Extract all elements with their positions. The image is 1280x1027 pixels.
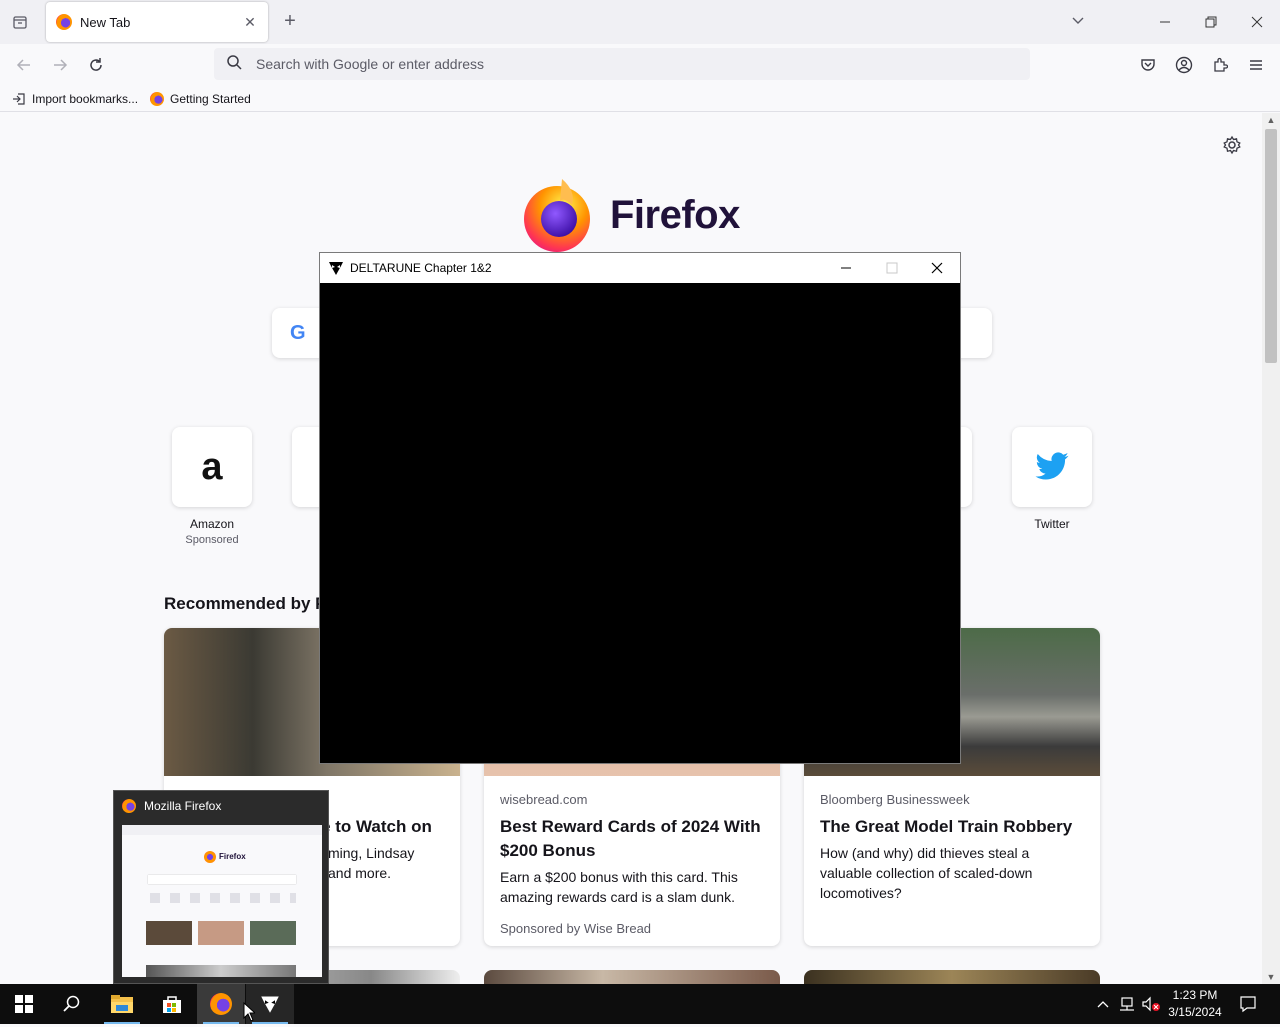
bookmark-label: Getting Started: [170, 91, 251, 106]
firefox-taskbar-icon[interactable]: [197, 984, 245, 1024]
network-icon[interactable]: [1116, 984, 1138, 1024]
bookmark-getting-started[interactable]: Getting Started: [150, 91, 251, 106]
preview-thumbnail: Firefox: [122, 825, 322, 977]
clock-date: 3/15/2024: [1168, 1005, 1222, 1019]
start-windows-icon[interactable]: [0, 984, 48, 1024]
deltarune-titlebar[interactable]: DELTARUNE Chapter 1&2: [320, 253, 960, 283]
firefox-wordmark: Firefox: [610, 193, 740, 237]
deltarune-window[interactable]: DELTARUNE Chapter 1&2: [319, 252, 961, 764]
firefox-favicon-icon: [122, 799, 136, 813]
tab-title: New Tab: [80, 14, 131, 30]
minimize-button[interactable]: [1142, 0, 1188, 44]
twitter-icon: [1012, 427, 1092, 507]
scroll-up-icon[interactable]: ▲: [1266, 115, 1276, 125]
firefox-favicon-icon: [56, 14, 72, 30]
tab-bar: New Tab ✕ +: [0, 0, 1280, 44]
firefox-logo-icon: [516, 175, 596, 255]
story-card-partial[interactable]: [484, 970, 780, 984]
reload-button[interactable]: [83, 53, 109, 77]
firefox-favicon-icon: [150, 91, 165, 106]
search-icon: [226, 54, 242, 75]
file-explorer-icon[interactable]: [98, 984, 146, 1024]
close-tab-icon[interactable]: ✕: [242, 14, 258, 31]
preview-brand: Firefox: [219, 852, 246, 861]
tab-new-tab[interactable]: New Tab ✕: [46, 2, 268, 42]
volume-muted-icon[interactable]: [1140, 984, 1162, 1024]
scrollbar-thumb[interactable]: [1265, 129, 1277, 363]
navigation-toolbar: Search with Google or enter address: [0, 44, 1280, 86]
minimize-button[interactable]: [823, 253, 869, 283]
import-icon: [12, 92, 26, 106]
address-placeholder: Search with Google or enter address: [256, 56, 485, 72]
shortcut-amazon[interactable]: a Amazon Sponsored: [172, 427, 252, 546]
shortcut-name: Twitter: [1034, 517, 1070, 531]
story-description: How (and why) did thieves steal a valuab…: [820, 845, 1033, 901]
extensions-icon[interactable]: [1207, 53, 1233, 77]
address-bar[interactable]: Search with Google or enter address: [214, 48, 1030, 80]
action-center-icon[interactable]: [1234, 984, 1262, 1024]
story-headline: Best Reward Cards of 2024 With $200 Bonu…: [500, 817, 761, 860]
pocket-icon[interactable]: [1135, 53, 1161, 77]
show-hidden-icons-chevron-icon[interactable]: [1094, 984, 1112, 1024]
story-card-partial[interactable]: [804, 970, 1100, 984]
store-icon[interactable]: [148, 984, 196, 1024]
story-headline: The Great Model Train Robbery: [820, 817, 1073, 836]
account-icon[interactable]: [1171, 53, 1197, 77]
menu-hamburger-icon[interactable]: [1243, 53, 1269, 77]
deltarune-app-icon: [328, 260, 344, 276]
bookmark-import[interactable]: Import bookmarks...: [12, 92, 138, 106]
close-window-button[interactable]: [914, 253, 960, 283]
google-icon: G: [290, 322, 306, 344]
sponsored-label: Sponsored by Wise Bread: [500, 921, 652, 936]
bookmark-label: Import bookmarks...: [32, 91, 139, 106]
shortcut-twitter[interactable]: Twitter: [1012, 427, 1092, 531]
story-source: Bloomberg Businessweek: [820, 792, 970, 807]
recommended-heading: Recommended by Po: [164, 594, 337, 613]
windows-taskbar: 1:23 PM 3/15/2024: [0, 984, 1280, 1024]
sponsored-label: Sponsored: [185, 534, 239, 546]
bookmarks-toolbar: Import bookmarks... Getting Started: [0, 86, 1280, 112]
preview-title: Mozilla Firefox: [122, 799, 221, 813]
clock-time: 1:23 PM: [1172, 988, 1218, 1002]
system-clock[interactable]: 1:23 PM 3/15/2024: [1160, 987, 1230, 1021]
firefox-icon: [210, 993, 232, 1015]
gear-icon[interactable]: [1222, 135, 1242, 155]
new-tab-button[interactable]: +: [278, 10, 302, 34]
list-all-tabs-button[interactable]: [1070, 12, 1092, 32]
amazon-icon: a: [172, 427, 252, 507]
forward-button[interactable]: [47, 53, 73, 77]
maximize-button: [869, 253, 915, 283]
back-button[interactable]: [11, 53, 37, 77]
scroll-down-icon[interactable]: ▼: [1266, 972, 1276, 982]
preview-title-text: Mozilla Firefox: [144, 799, 222, 813]
firefox-view-icon[interactable]: [8, 11, 32, 33]
story-description: Earn a $200 bonus with this card. This a…: [500, 869, 738, 905]
deltarune-window-title: DELTARUNE Chapter 1&2: [350, 261, 492, 275]
close-window-button[interactable]: [1234, 0, 1280, 44]
page-scrollbar[interactable]: ▲ ▼: [1262, 113, 1280, 984]
taskbar-thumbnail-preview[interactable]: Mozilla Firefox Firefox: [113, 790, 329, 984]
mouse-cursor-icon: [243, 1001, 257, 1022]
search-icon[interactable]: [48, 984, 96, 1024]
shortcut-name: Amazon: [189, 517, 235, 531]
restore-button[interactable]: [1188, 0, 1234, 44]
story-source: wisebread.com: [500, 792, 588, 807]
